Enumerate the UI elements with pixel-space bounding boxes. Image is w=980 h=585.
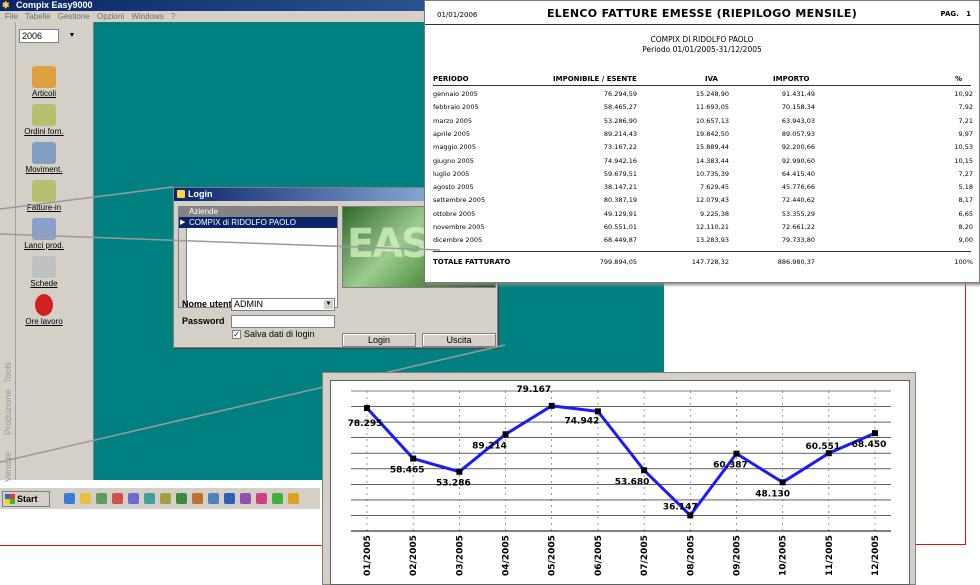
data-point [872, 430, 878, 437]
callout-line-login [0, 186, 174, 210]
callout-line-report [0, 233, 441, 251]
data-point [364, 405, 370, 412]
x-tick-label: 04/2005 [502, 535, 512, 576]
data-label: 53.286 [436, 479, 471, 489]
x-tick-label: 11/2005 [825, 535, 835, 576]
data-point [687, 512, 694, 519]
x-tick-label: 09/2005 [732, 535, 742, 576]
data-label: 79.167 [516, 385, 551, 395]
data-point [410, 455, 417, 462]
x-tick-label: 06/2005 [594, 535, 604, 576]
x-tick-label: 02/2005 [409, 535, 419, 576]
data-point [594, 408, 601, 415]
x-tick-label: 08/2005 [686, 535, 696, 576]
x-tick-label: 03/2005 [455, 535, 465, 576]
data-point [502, 431, 509, 438]
data-label: 36.147 [663, 502, 698, 512]
x-tick-label: 12/2005 [871, 535, 881, 576]
data-label: 48.130 [755, 489, 790, 499]
data-label: 89.214 [472, 441, 507, 451]
x-tick-label: 07/2005 [640, 535, 650, 576]
data-label: 53.680 [615, 477, 650, 487]
revenue-line-chart: 78.295 58.465 53.286 89.214 79.167 74.942 53.6… [348, 385, 891, 576]
x-tick-label: 01/2005 [363, 535, 373, 576]
x-tick-label: 05/2005 [548, 535, 558, 576]
data-label: 78.295 [348, 419, 383, 429]
data-label: 58.465 [390, 466, 425, 476]
data-point [456, 468, 463, 475]
chart-area: 78.295 58.465 53.286 89.214 79.167 74.942 53.6… [330, 380, 910, 585]
data-point [548, 402, 555, 409]
data-label: 60.551 [805, 442, 840, 452]
x-tick-label: 10/2005 [779, 535, 789, 576]
data-point [733, 450, 740, 457]
chart-window: 78.295 58.465 53.286 89.214 79.167 74.942 53.6… [322, 372, 916, 585]
data-label: 68.450 [852, 440, 887, 450]
data-point [641, 467, 648, 474]
data-label: 60.387 [713, 461, 748, 471]
data-point [779, 479, 786, 486]
data-label: 74.942 [565, 416, 600, 426]
